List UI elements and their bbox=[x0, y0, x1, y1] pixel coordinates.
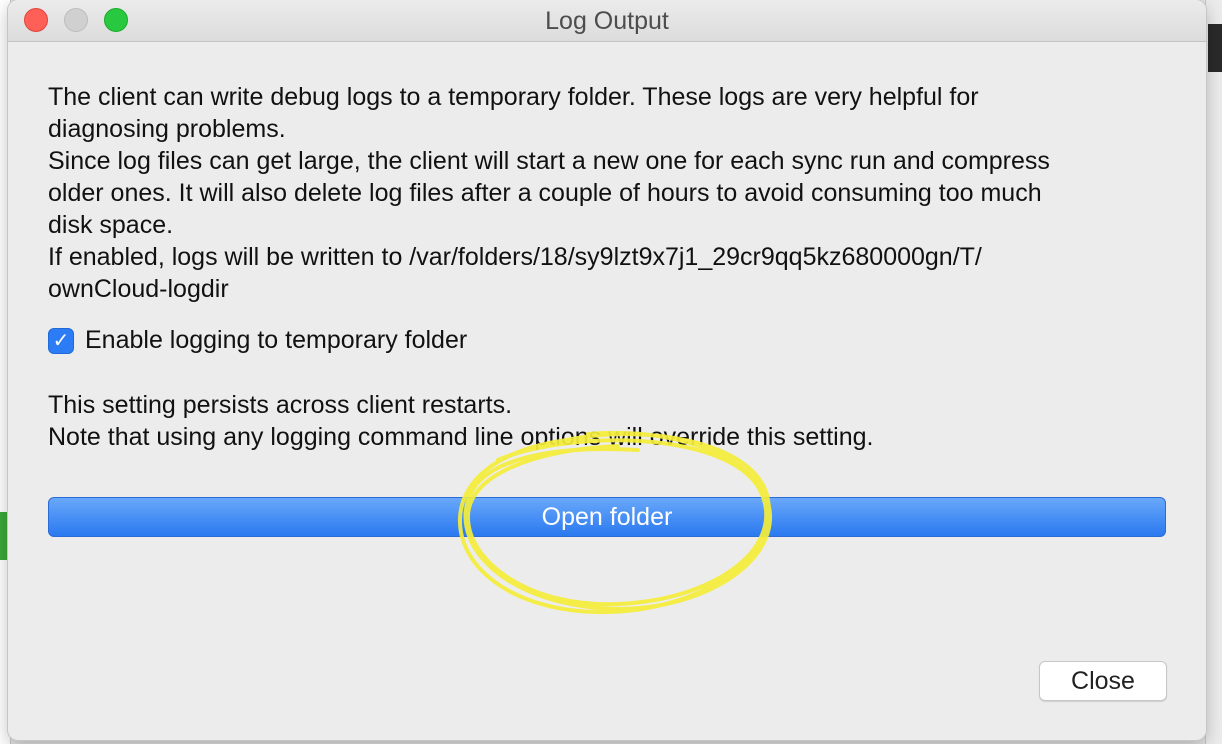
persist-note: This setting persists across client rest… bbox=[48, 391, 874, 451]
logging-checkbox-row[interactable]: ✓ Enable logging to temporary folder bbox=[48, 326, 467, 355]
open-folder-button[interactable]: Open folder bbox=[48, 497, 1166, 537]
enable-logging-checkbox[interactable]: ✓ bbox=[48, 327, 74, 354]
checkmark-icon: ✓ bbox=[52, 330, 70, 352]
intro-text: The client can write debug logs to a tem… bbox=[48, 83, 1050, 303]
enable-logging-label[interactable]: Enable logging to temporary folder bbox=[85, 326, 467, 355]
title-bar[interactable]: Log Output bbox=[8, 0, 1206, 42]
window-title: Log Output bbox=[545, 7, 669, 35]
background-green-element bbox=[0, 512, 8, 560]
description-block: The client can write debug logs to a tem… bbox=[48, 81, 1168, 305]
background-window-right bbox=[1205, 0, 1222, 744]
close-button[interactable]: Close bbox=[1039, 661, 1167, 701]
background-dark-element bbox=[1208, 24, 1222, 72]
log-output-dialog: Log Output The client can write debug lo… bbox=[8, 0, 1206, 740]
